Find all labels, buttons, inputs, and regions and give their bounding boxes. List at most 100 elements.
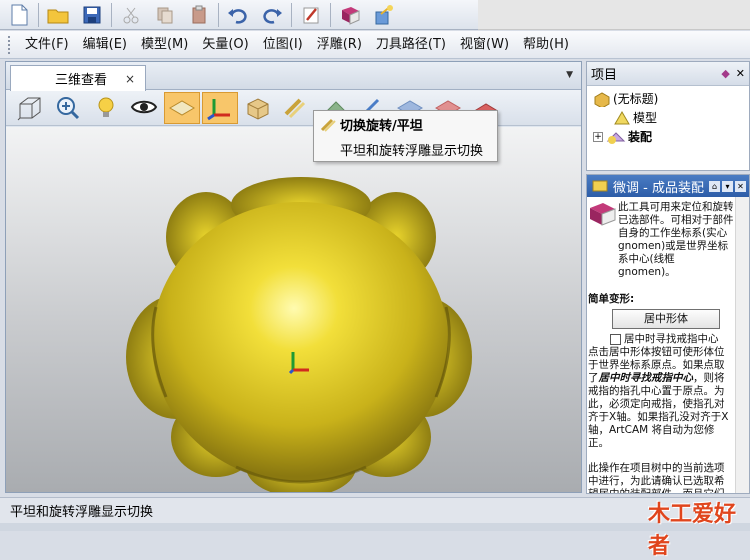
menu-relief[interactable]: 浮雕(R) <box>310 33 369 57</box>
box-icon <box>247 97 269 120</box>
save-button[interactable] <box>75 1 109 29</box>
project-tree: (无标题) 模型 + 装配 <box>587 86 749 146</box>
find-ring-center-label: 居中时寻找戒指中心 <box>624 333 719 345</box>
tweak-panel-icon <box>592 180 608 192</box>
bottom-edge <box>0 523 750 531</box>
close-icon[interactable]: ✕ <box>736 67 745 80</box>
toolbar-separator <box>330 2 331 27</box>
new-file-button[interactable] <box>2 1 36 29</box>
menu-window[interactable]: 视窗(W) <box>453 33 516 57</box>
menu-bar: 文件(F) 编辑(E) 模型(M) 矢量(O) 位图(I) 浮雕(R) 刀具路径… <box>0 31 750 59</box>
menu-edit[interactable]: 编辑(E) <box>76 33 134 57</box>
menu-grip <box>8 35 12 54</box>
redo-button[interactable] <box>255 1 289 29</box>
tooltip-title-row: 切换旋转/平坦 <box>320 115 491 134</box>
rotate-flat-toggle-button[interactable] <box>278 92 314 124</box>
toolbar-separator <box>111 2 112 27</box>
project-panel-header: 项目 ◆ ✕ <box>587 62 749 86</box>
copy-button[interactable] <box>148 1 182 29</box>
tweak-intro-row: 此工具可用来定位和旋转已选部件。可相对于部件自身的工作坐标系(实心 gnomen… <box>588 201 748 279</box>
undo-icon <box>228 8 247 24</box>
paste-button[interactable] <box>182 1 216 29</box>
tooltip-toggle-rotate-flat: 切换旋转/平坦 平坦和旋转浮雕显示切换 <box>313 110 498 162</box>
open-button[interactable] <box>41 1 75 29</box>
tweak-scrollbar[interactable] <box>735 197 749 493</box>
wizard-button[interactable] <box>367 1 401 29</box>
paste-icon <box>192 5 206 23</box>
tree-item-root[interactable]: (无标题) <box>593 89 749 108</box>
lighting-button[interactable] <box>88 92 124 124</box>
expand-plus-icon[interactable]: + <box>593 131 603 142</box>
toggle-rotate-flat-icon <box>284 98 306 118</box>
wizard-icon <box>375 4 393 24</box>
help-book-icon <box>590 203 616 226</box>
menu-model[interactable]: 模型(M) <box>134 33 195 57</box>
new-file-icon <box>11 4 28 25</box>
menu-bitmap[interactable]: 位图(I) <box>256 33 310 57</box>
status-bar: 平坦和旋转浮雕显示切换 <box>0 497 750 523</box>
eye-icon <box>130 100 158 113</box>
tweak-header-buttons: ⌂ ▾ ✕ <box>709 180 749 192</box>
model-icon <box>614 110 630 124</box>
iso-cube-icon <box>17 97 41 120</box>
help-book-button[interactable] <box>333 1 367 29</box>
tweak-description: 点击居中形体按钮可使形体位于世界坐标系原点。如果点取了居中时寻找戒指中心，则将戒… <box>588 346 734 450</box>
toolbar-separator <box>218 2 219 27</box>
menu-vector[interactable]: 矢量(O) <box>195 33 255 57</box>
tweak-panel-title: 微调 - 成品装配 <box>613 180 704 196</box>
dropdown-icon[interactable]: ▾ <box>722 180 733 192</box>
project-panel: 项目 ◆ ✕ (无标题) 模型 + 装配 <box>586 61 750 171</box>
tree-item-assembly[interactable]: + 装配 <box>593 127 749 146</box>
zoom-in-icon <box>57 96 80 119</box>
menu-file[interactable]: 文件(F) <box>18 33 76 57</box>
project-header-buttons: ◆ ✕ <box>721 67 749 80</box>
tweak-desc-bold: 居中时寻找戒指中心 <box>598 372 694 384</box>
box-view-button[interactable] <box>240 92 276 124</box>
pin-icon[interactable]: ◆ <box>721 67 729 80</box>
3d-viewport[interactable] <box>6 127 581 492</box>
relief-model <box>126 177 472 492</box>
tweak-panel-body: 此工具可用来定位和旋转已选部件。可相对于部件自身的工作坐标系(实心 gnomen… <box>587 197 749 494</box>
tweak-intro: 此工具可用来定位和旋转已选部件。可相对于部件自身的工作坐标系(实心 gnomen… <box>618 201 734 278</box>
tweak-description-2: 此操作在项目树中的当前选项中进行，为此请确认已选取希望居中的装配部件，而且它们已 <box>588 462 725 494</box>
menu-toolpaths[interactable]: 刀具路径(T) <box>369 33 453 57</box>
tweak-panel-header: 微调 - 成品装配 ⌂ ▾ ✕ <box>587 175 749 197</box>
save-icon <box>83 6 101 23</box>
status-text: 平坦和旋转浮雕显示切换 <box>10 505 154 520</box>
tab-dropdown-icon[interactable]: ▼ <box>566 70 573 80</box>
edit-pencil-icon <box>303 7 319 23</box>
toolbar-separator <box>38 2 39 27</box>
tweak-assembly-panel: 微调 - 成品装配 ⌂ ▾ ✕ 此工具可用来定位和旋转已选部件。可相对于部件自身… <box>586 174 750 494</box>
find-ring-center-checkbox[interactable] <box>610 334 621 345</box>
cut-icon <box>123 7 139 23</box>
zoom-button[interactable] <box>50 92 86 124</box>
tooltip-title: 切换旋转/平坦 <box>340 119 423 134</box>
tree-item-label: (无标题) <box>613 92 659 106</box>
light-bulb-icon <box>98 97 114 117</box>
menu-help[interactable]: 帮助(H) <box>516 33 576 57</box>
tree-item-model[interactable]: 模型 <box>593 108 749 127</box>
tooltip-body: 平坦和旋转浮雕显示切换 <box>340 144 484 159</box>
center-shape-button[interactable]: 居中形体 <box>612 309 720 329</box>
find-ring-center-row[interactable]: 居中时寻找戒指中心 <box>588 333 748 346</box>
redo-icon <box>263 8 282 24</box>
tab-close-icon[interactable]: × <box>125 72 135 86</box>
tab-3d-view[interactable]: 三维查看 × <box>10 65 146 91</box>
axes-button[interactable] <box>202 91 238 124</box>
visibility-button[interactable] <box>126 92 162 124</box>
tab-3d-view-label: 三维查看 <box>55 73 108 88</box>
edit-button[interactable] <box>294 1 328 29</box>
flat-relief-button[interactable] <box>164 91 200 124</box>
undo-button[interactable] <box>221 1 255 29</box>
close-icon[interactable]: ✕ <box>735 180 746 192</box>
watermark-logo: 木工爱好者 <box>648 496 748 559</box>
iso-view-button[interactable] <box>12 92 48 124</box>
copy-icon <box>157 7 173 23</box>
home-icon[interactable]: ⌂ <box>709 180 720 192</box>
main-toolbar <box>0 0 478 30</box>
toolbar-separator <box>291 2 292 27</box>
flat-plane-icon <box>169 99 195 116</box>
help-book-icon <box>342 6 360 25</box>
cut-button[interactable] <box>114 1 148 29</box>
assembly-icon <box>606 131 626 144</box>
